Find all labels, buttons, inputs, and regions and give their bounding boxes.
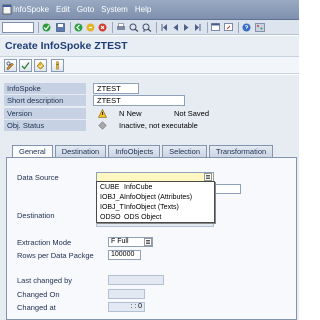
changed-on-field bbox=[108, 289, 145, 299]
toolbar-separator bbox=[238, 22, 239, 33]
check-icon bbox=[21, 62, 30, 70]
destination-label: Destination bbox=[17, 211, 55, 220]
next-page-icon[interactable] bbox=[182, 23, 191, 32]
rows-per-package-field[interactable]: 100000 bbox=[108, 250, 141, 260]
rows-per-package-label: Rows per Data Packge bbox=[17, 251, 94, 260]
extraction-mode-dropdown-icon[interactable] bbox=[144, 238, 152, 246]
option-description: InfoObject (Attributes) bbox=[124, 194, 193, 201]
new-session-icon[interactable] bbox=[211, 23, 221, 32]
dropdown-option-cube[interactable]: CUBE InfoCube bbox=[97, 183, 215, 193]
data-source-dropdown-list: CUBE InfoCube IOBJ_A InfoObject (Attribu… bbox=[96, 181, 215, 223]
warning-triangle-icon bbox=[98, 109, 107, 118]
menu-item-help[interactable]: Help bbox=[135, 5, 151, 14]
menu-item-infospoke[interactable]: InfoSpoke bbox=[13, 5, 49, 14]
short-description-label: Short description bbox=[4, 95, 86, 106]
inactive-diamond-icon bbox=[98, 121, 107, 130]
first-page-icon[interactable] bbox=[160, 23, 169, 32]
command-field[interactable] bbox=[2, 22, 34, 33]
short-description-field[interactable]: ZTEST bbox=[93, 95, 185, 106]
option-code: ODSO bbox=[100, 214, 121, 221]
back-icon[interactable] bbox=[74, 23, 83, 32]
toolbar-separator bbox=[112, 22, 113, 33]
activate-icon bbox=[36, 61, 45, 70]
obj-status-value: Inactive, not executable bbox=[119, 121, 198, 130]
obj-status-label: Obj. Status bbox=[4, 120, 86, 131]
menu-bar: InfoSpoke Edit Goto System Help bbox=[0, 0, 299, 20]
customize-layout-icon[interactable] bbox=[255, 23, 265, 32]
version-status: N New bbox=[119, 109, 142, 118]
standard-toolbar bbox=[0, 20, 299, 35]
version-saved-status: Not Saved bbox=[174, 109, 210, 118]
dropdown-option-iobj-t[interactable]: IOBJ_T InfoObject (Texts) bbox=[97, 203, 215, 213]
infospoke-field: ZTEST bbox=[93, 83, 139, 94]
find-next-icon[interactable] bbox=[142, 23, 152, 32]
enter-icon[interactable] bbox=[42, 23, 51, 32]
menu-item-edit[interactable]: Edit bbox=[56, 5, 70, 14]
extraction-mode-label: Extraction Mode bbox=[17, 238, 72, 247]
option-description: ODS Object bbox=[124, 214, 162, 221]
exit-icon[interactable] bbox=[86, 23, 95, 32]
option-code: IOBJ_A bbox=[100, 194, 125, 201]
info-light-icon bbox=[56, 61, 59, 70]
last-changed-by-field bbox=[108, 275, 164, 285]
check-button[interactable] bbox=[19, 59, 32, 72]
option-description: InfoCube bbox=[124, 184, 153, 191]
display-change-icon bbox=[6, 61, 14, 70]
changed-at-field: : : 0 bbox=[108, 302, 145, 312]
dropdown-option-iobj-a[interactable]: IOBJ_A InfoObject (Attributes) bbox=[97, 193, 215, 203]
option-description: InfoObject (Texts) bbox=[124, 204, 179, 211]
display-change-button[interactable] bbox=[4, 59, 17, 72]
data-source-label: Data Source bbox=[17, 173, 59, 182]
shortcut-icon[interactable] bbox=[224, 23, 234, 32]
save-icon[interactable] bbox=[56, 23, 65, 32]
data-source-description-field bbox=[214, 184, 241, 194]
menu-item-system[interactable]: System bbox=[101, 5, 128, 14]
changed-at-label: Changed at bbox=[17, 303, 56, 312]
version-label: Version bbox=[4, 108, 86, 119]
dropdown-option-odso[interactable]: ODSO ODS Object bbox=[97, 213, 215, 223]
toolbar-separator bbox=[156, 22, 157, 33]
last-changed-by-label: Last changed by bbox=[17, 276, 73, 285]
application-toolbar bbox=[0, 56, 299, 74]
option-code: CUBE bbox=[100, 184, 120, 191]
data-source-dropdown-icon[interactable] bbox=[204, 173, 212, 181]
prev-page-icon[interactable] bbox=[171, 23, 180, 32]
last-page-icon[interactable] bbox=[193, 23, 202, 32]
find-icon[interactable] bbox=[129, 23, 139, 32]
toolbar-separator bbox=[38, 22, 39, 33]
print-icon[interactable] bbox=[116, 23, 126, 32]
activate-button[interactable] bbox=[34, 59, 47, 72]
info-button[interactable] bbox=[51, 59, 64, 72]
infospoke-label: InfoSpoke bbox=[4, 83, 86, 94]
help-icon[interactable] bbox=[242, 23, 251, 32]
menu-item-goto[interactable]: Goto bbox=[77, 5, 94, 14]
toolbar-separator bbox=[207, 22, 208, 33]
page-title: Create InfoSpoke ZTEST bbox=[5, 40, 128, 52]
sap-window-icon[interactable] bbox=[2, 3, 12, 16]
toolbar-separator bbox=[70, 22, 71, 33]
cancel-icon[interactable] bbox=[98, 23, 107, 32]
option-code: IOBJ_T bbox=[100, 204, 124, 211]
changed-on-label: Changed On bbox=[17, 290, 60, 299]
